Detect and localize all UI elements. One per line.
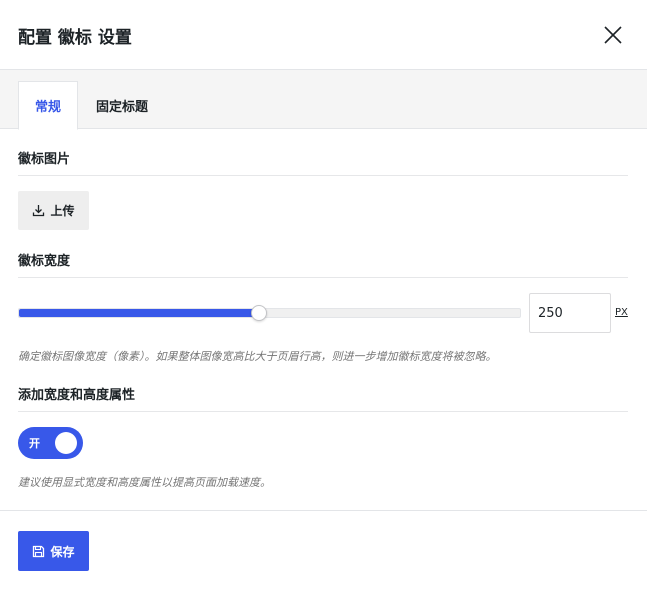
- download-arrow-icon: [33, 205, 45, 217]
- toggle-state-label: 开: [29, 437, 40, 450]
- logo-settings-dialog: 配置 徽标 设置 常规 固定标题 徽标图片 上传 徽标宽度 PX 确定徽标图像宽…: [0, 0, 647, 589]
- unit-selector[interactable]: PX: [615, 307, 628, 318]
- dimensions-attr-help: 建议使用显式宽度和高度属性以提高页面加载速度。: [18, 476, 271, 489]
- close-icon: [604, 26, 622, 44]
- divider: [18, 277, 628, 278]
- tab-sticky-header[interactable]: 固定标题: [82, 81, 162, 129]
- slider-fill: [19, 309, 260, 317]
- dimensions-attr-toggle[interactable]: 开: [18, 427, 83, 459]
- dialog-header: 配置 徽标 设置: [0, 0, 647, 70]
- logo-width-input[interactable]: [529, 293, 611, 333]
- slider-handle[interactable]: [251, 305, 268, 321]
- dialog-title: 配置 徽标 设置: [18, 28, 132, 48]
- upload-button[interactable]: 上传: [18, 191, 89, 230]
- close-button[interactable]: [600, 22, 626, 48]
- upload-button-label: 上传: [50, 204, 75, 218]
- footer-divider: [0, 510, 647, 511]
- logo-image-label: 徽标图片: [18, 152, 71, 167]
- divider: [18, 175, 628, 176]
- tab-general[interactable]: 常规: [18, 81, 78, 130]
- save-button[interactable]: 保存: [18, 531, 89, 571]
- save-button-label: 保存: [50, 544, 75, 559]
- divider: [18, 411, 628, 412]
- dimensions-attr-label: 添加宽度和高度属性: [18, 388, 136, 403]
- floppy-disk-icon: [33, 545, 45, 557]
- logo-width-label: 徽标宽度: [18, 254, 71, 269]
- logo-width-slider[interactable]: [18, 305, 521, 321]
- logo-width-help: 确定徽标图像宽度（像素）。如果整体图像宽高比大于页眉行高，则进一步增加徽标宽度将…: [18, 350, 497, 363]
- tab-bar: 常规 固定标题: [0, 70, 647, 130]
- toggle-knob: [55, 432, 77, 454]
